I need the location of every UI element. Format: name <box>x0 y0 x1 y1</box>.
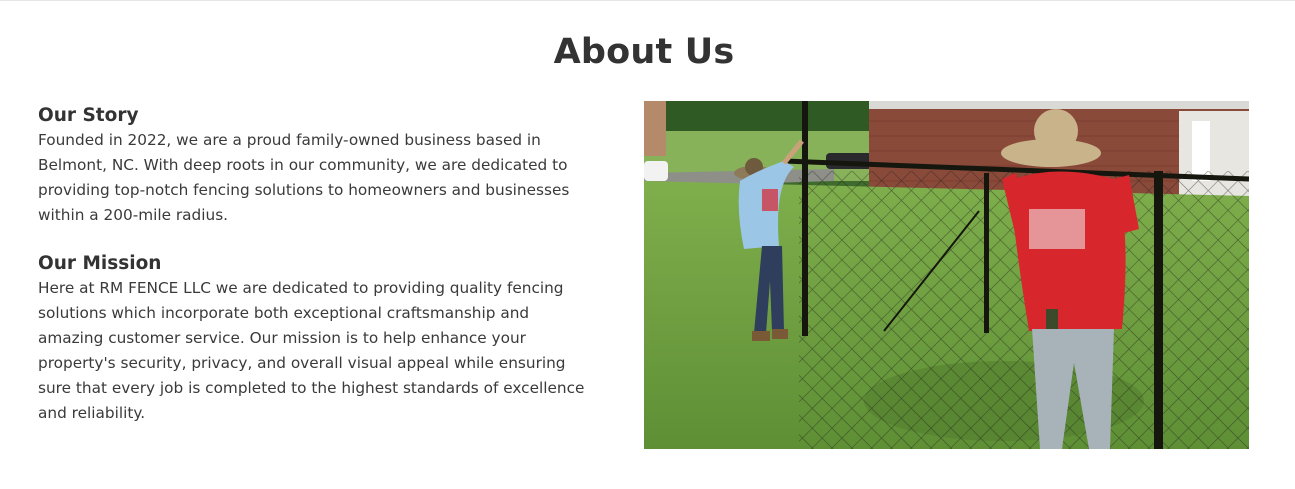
our-story-block: Our Story Founded in 2022, we are a prou… <box>38 103 618 228</box>
our-mission-block: Our Mission Here at RM FENCE LLC we are … <box>38 251 618 426</box>
our-mission-text: Here at RM FENCE LLC we are dedicated to… <box>38 279 585 422</box>
fence-install-photo <box>644 101 1249 449</box>
top-divider <box>0 0 1295 1</box>
our-story-text: Founded in 2022, we are a proud family-o… <box>38 131 570 224</box>
our-story-heading: Our Story <box>38 105 139 126</box>
our-mission-heading: Our Mission <box>38 253 162 274</box>
about-text-column: Our Story Founded in 2022, we are a prou… <box>38 103 618 426</box>
section-title: About Us <box>553 32 735 72</box>
